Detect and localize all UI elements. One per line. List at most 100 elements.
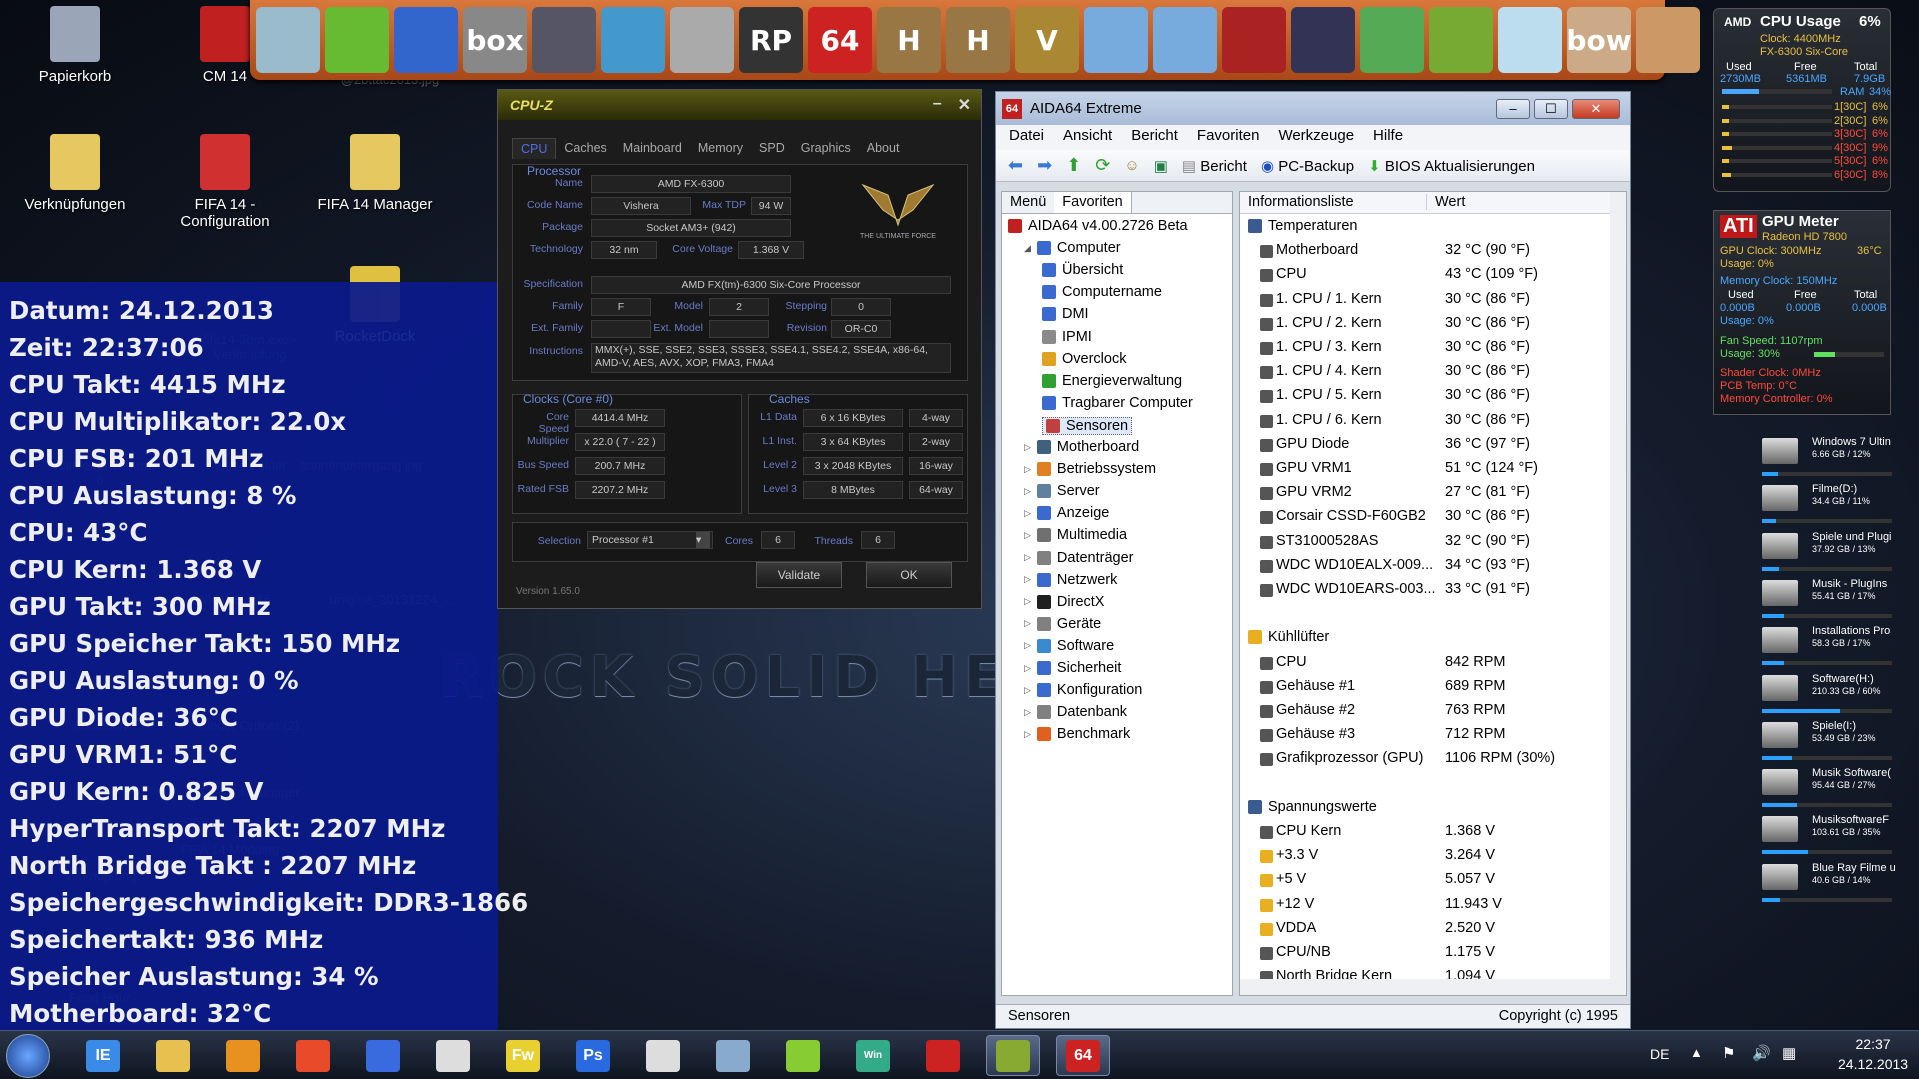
tray-expand-icon[interactable]: ▲ — [1690, 1045, 1703, 1060]
drive-windows-7-ultin[interactable]: Windows 7 Ultin 6.66 GB / 12% — [1760, 436, 1910, 482]
tab-about[interactable]: About — [859, 138, 908, 159]
tree-node-overclock[interactable]: Overclock — [1042, 351, 1126, 367]
tree-node-aida64-v4-00-2726-beta[interactable]: AIDA64 v4.00.2726 Beta — [1008, 218, 1188, 234]
ok-button[interactable]: OK — [866, 562, 952, 588]
sensor-row[interactable]: GPU VRM2 27 °C (81 °F) — [1240, 484, 1610, 508]
tree-node-sicherheit[interactable]: ▷ Sicherheit — [1024, 660, 1121, 676]
sensor-row[interactable]: Gehäuse #1 689 RPM — [1240, 678, 1610, 702]
backup-button[interactable]: ◉ PC-Backup — [1261, 157, 1354, 175]
sensor-row[interactable]: 1. CPU / 2. Kern 30 °C (86 °F) — [1240, 315, 1610, 339]
sensor-row[interactable]: ST31000528AS 32 °C (90 °F) — [1240, 533, 1610, 557]
bios-update-button[interactable]: ⬇ BIOS Aktualisierungen — [1368, 157, 1535, 175]
dock-computer-icon[interactable]: computer — [256, 7, 320, 73]
tree-node-computername[interactable]: Computername — [1042, 284, 1162, 300]
sensor-row[interactable]: 1. CPU / 6. Kern 30 °C (86 °F) — [1240, 412, 1610, 436]
sensor-row[interactable]: WDC WD10EALX-009... 34 °C (93 °F) — [1240, 557, 1610, 581]
sensor-row[interactable]: GPU Diode 36 °C (97 °F) — [1240, 436, 1610, 460]
horizontal-scrollbar[interactable] — [1240, 979, 1626, 995]
expand-icon[interactable]: ▷ — [1024, 442, 1031, 453]
aida-titlebar[interactable]: 64 AIDA64 Extreme – ☐ ✕ — [996, 92, 1630, 125]
tree-node-betriebssystem[interactable]: ▷ Betriebssystem — [1024, 461, 1156, 477]
dock-asus-boost-icon[interactable]: Asus Boost — [1291, 7, 1355, 73]
drive-filme-d[interactable]: Filme(D:) 34.4 GB / 11% — [1760, 483, 1910, 529]
dock-dots-icon[interactable]: dots — [1153, 7, 1217, 73]
expand-icon[interactable]: ▷ — [1024, 574, 1031, 585]
taskbar-tweak[interactable]: Tweak — [916, 1035, 970, 1076]
expand-icon[interactable]: ▷ — [1024, 707, 1031, 718]
dock-h-icon[interactable]: H — [877, 7, 941, 73]
dock-rp-icon[interactable]: RP — [739, 7, 803, 73]
expand-icon[interactable]: ▷ — [1024, 663, 1031, 674]
cpuz-titlebar[interactable]: CPU-Z – ✕ — [498, 90, 981, 120]
sensor-row[interactable]: 1. CPU / 5. Kern 30 °C (86 °F) — [1240, 387, 1610, 411]
users-icon[interactable]: ☺ — [1124, 157, 1139, 174]
sensor-row[interactable]: CPU Kern 1.368 V — [1240, 823, 1610, 847]
volume-icon[interactable]: 🔊 — [1752, 1044, 1771, 1062]
tree-node-motherboard[interactable]: ▷ Motherboard — [1024, 439, 1139, 455]
tree-node-energieverwaltung[interactable]: Energieverwaltung — [1042, 373, 1182, 389]
dock-v-icon[interactable]: V — [1015, 7, 1079, 73]
network-icon[interactable]: ▦ — [1782, 1044, 1796, 1062]
sensor-row[interactable]: 1. CPU / 3. Kern 30 °C (86 °F) — [1240, 339, 1610, 363]
dock-arrow-icon[interactable]: arrow — [1360, 7, 1424, 73]
sensor-row[interactable]: GPU VRM1 51 °C (124 °F) — [1240, 460, 1610, 484]
column-info[interactable]: Informationsliste — [1248, 194, 1354, 210]
dock-thunderbird-icon[interactable]: thunderbird — [394, 7, 458, 73]
dock-steam-icon[interactable]: steam — [532, 7, 596, 73]
dock-tools2-icon[interactable]: tools2 — [1636, 7, 1700, 73]
dock-64-icon[interactable]: 64 — [808, 7, 872, 73]
drive-spiele-i[interactable]: Spiele(I:) 53.49 GB / 23% — [1760, 720, 1910, 766]
tree-node-tragbarer-computer[interactable]: Tragbarer Computer — [1042, 395, 1193, 411]
expand-icon[interactable]: ▷ — [1024, 729, 1031, 740]
sensor-row[interactable]: VDDA 2.520 V — [1240, 920, 1610, 944]
dock-gpu-tweak-icon[interactable]: GPU Tweak — [1222, 7, 1286, 73]
tree-node-multimedia[interactable]: ▷ Multimedia — [1024, 527, 1127, 543]
sensor-row[interactable]: CPU/NB 1.175 V — [1240, 944, 1610, 968]
validate-button[interactable]: Validate — [756, 562, 842, 588]
desktop-icon-fifa-14-configuration[interactable]: FIFA 14 - Configuration — [165, 134, 285, 230]
close-icon[interactable]: ✕ — [958, 95, 971, 115]
expand-icon[interactable]: ▷ — [1024, 530, 1031, 541]
taskbar-aura[interactable]: Aura — [776, 1035, 830, 1076]
tree-node-dmi[interactable]: DMI — [1042, 306, 1089, 322]
tree-tab-favoriten[interactable]: Favoriten — [1054, 192, 1132, 213]
sensor-row[interactable]: Motherboard 32 °C (90 °F) — [1240, 242, 1610, 266]
tree-node-software[interactable]: ▷ Software — [1024, 638, 1114, 654]
tree-node-server[interactable]: ▷ Server — [1024, 483, 1100, 499]
taskbar-win[interactable]: Win — [846, 1035, 900, 1076]
gpu-meter-gadget[interactable]: ATI GPU Meter Radeon HD 7800 GPU Clock: … — [1713, 210, 1891, 415]
drive-musik-software[interactable]: Musik Software(95.44 GB / 27% — [1760, 767, 1910, 813]
tab-spd[interactable]: SPD — [751, 138, 793, 159]
menu-favoriten[interactable]: Favoriten — [1197, 127, 1260, 148]
refresh-icon[interactable]: ⟳ — [1095, 155, 1110, 176]
taskbar-stats[interactable]: Stats — [636, 1035, 690, 1076]
aida64-window[interactable]: 64 AIDA64 Extreme – ☐ ✕ Datei Ansicht Berich… — [995, 91, 1631, 1029]
tree-node-konfiguration[interactable]: ▷ Konfiguration — [1024, 682, 1142, 698]
tree-node-datenbank[interactable]: ▷ Datenbank — [1024, 704, 1127, 720]
taskbar-ie[interactable]: IE — [76, 1035, 130, 1076]
vertical-scrollbar[interactable] — [1610, 192, 1626, 995]
tree-node-computer[interactable]: ◢ Computer — [1024, 240, 1121, 256]
taskbar-chrome[interactable]: Chrome — [286, 1035, 340, 1076]
flag-icon[interactable]: ⚑ — [1722, 1044, 1735, 1062]
sensor-row[interactable]: +5 V 5.057 V — [1240, 871, 1610, 895]
dock-cpu-z-icon[interactable]: CPU-Z — [1429, 7, 1493, 73]
minimize-icon[interactable]: – — [933, 95, 942, 115]
monitor-icon[interactable]: ▣ — [1154, 157, 1168, 175]
drive-software-h[interactable]: Software(H:) 210.33 GB / 60% — [1760, 673, 1910, 719]
sensor-row[interactable]: WDC WD10EARS-003... 33 °C (91 °F) — [1240, 581, 1610, 605]
sensor-row[interactable]: 1. CPU / 4. Kern 30 °C (86 °F) — [1240, 363, 1610, 387]
dock-h-icon[interactable]: H — [946, 7, 1010, 73]
expand-icon[interactable]: ▷ — [1024, 486, 1031, 497]
report-button[interactable]: ▤ Bericht — [1182, 157, 1247, 175]
menu-werkzeuge[interactable]: Werkzeuge — [1278, 127, 1354, 148]
drive-musik-plugins[interactable]: Musik - PlugIns 55.41 GB / 17% — [1760, 578, 1910, 624]
taskbar-calc[interactable]: Calc — [706, 1035, 760, 1076]
desktop-icon-verknüpfungen[interactable]: Verknüpfungen — [15, 134, 135, 213]
dock-notepad-icon[interactable]: notepad — [1498, 7, 1562, 73]
drive-musiksoftwaref[interactable]: MusiksoftwareF 103.61 GB / 35% — [1760, 814, 1910, 860]
expand-icon[interactable]: ◢ — [1024, 243, 1031, 254]
taskbar-ps[interactable]: Ps — [566, 1035, 620, 1076]
tree-node-übersicht[interactable]: Übersicht — [1042, 262, 1123, 278]
drive-blue-ray-filme-u[interactable]: Blue Ray Filme u 40.6 GB / 14% — [1760, 862, 1910, 908]
